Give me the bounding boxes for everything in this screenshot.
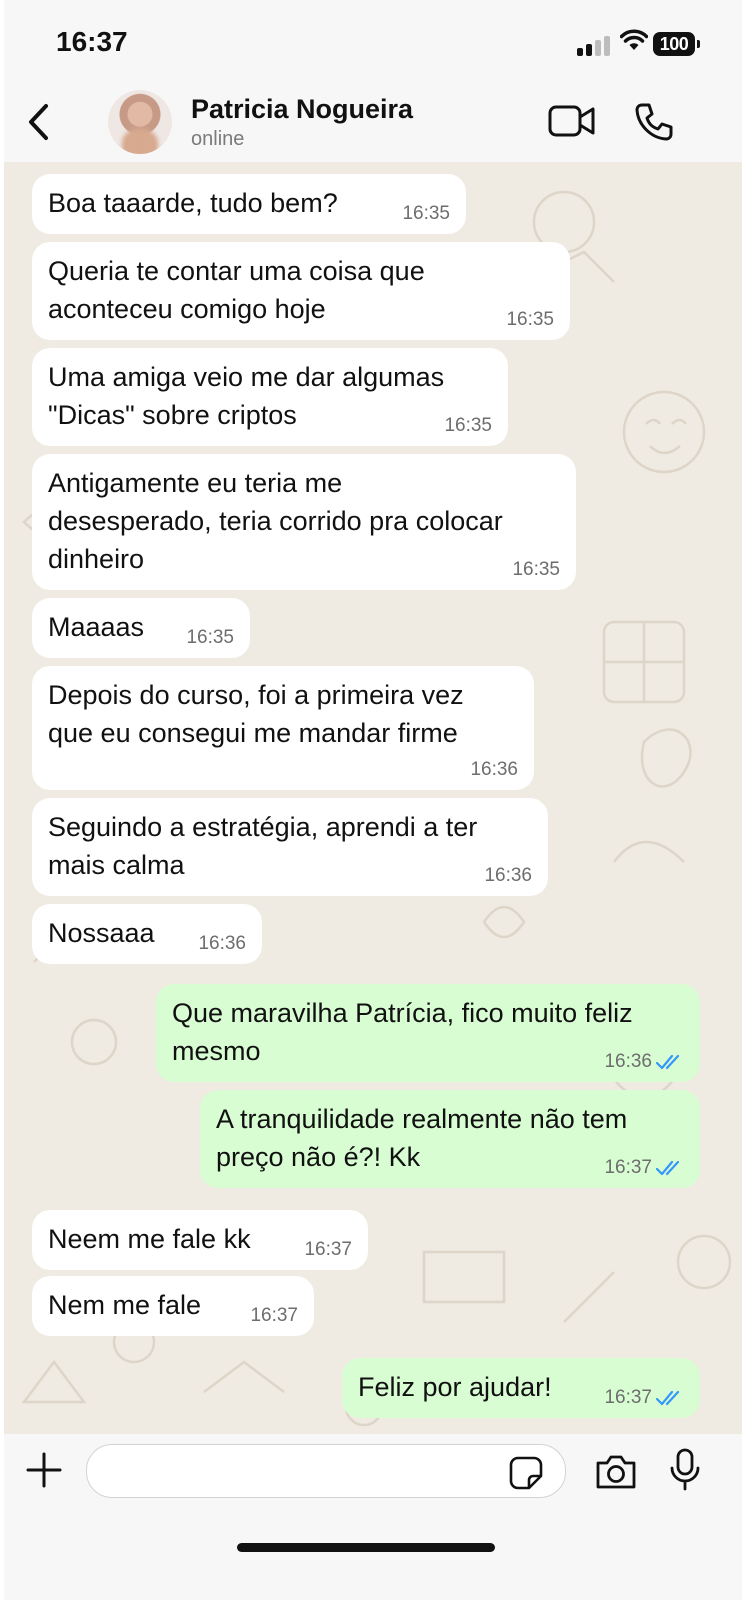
message-text: mais calma [48,850,185,880]
message-time: 16:36 [470,759,518,780]
message-bubble[interactable]: Neem me fale kk 16:37 [32,1210,368,1270]
battery-tip [697,40,700,48]
message-bubble-outgoing[interactable]: Que maravilha Patrícia, fico muito feliz… [156,984,700,1082]
message-time: 16:36 [604,1051,652,1072]
phone-screen: 16:37 100 Patricia Nogueira online Boa t… [4,0,742,1600]
message-text: aconteceu comigo hoje [48,294,326,324]
message-time: 16:35 [444,415,492,436]
message-bubble[interactable]: Depois do curso, foi a primeira vez que … [32,666,534,790]
message-time: 16:35 [186,627,234,648]
message-time: 16:37 [304,1239,352,1260]
message-time: 16:35 [506,309,554,330]
message-text: Que maravilha Patrícia, fico muito feliz [172,998,633,1028]
message-text: Boa taaarde, tudo bem? [48,188,338,218]
double-check-icon [656,1160,680,1176]
message-time: 16:37 [250,1305,298,1326]
contact-name[interactable]: Patricia Nogueira [191,94,413,125]
message-text: dinheiro [48,544,145,574]
composer-bar [4,1434,742,1600]
sticker-icon[interactable] [509,1456,543,1490]
status-time: 16:37 [56,26,128,57]
message-time: 16:37 [604,1387,652,1408]
message-text: Antigamente eu teria me [48,468,343,498]
message-bubble[interactable]: Antigamente eu teria me desesperado, ter… [32,454,576,590]
message-text: Seguindo a estratégia, aprendi a ter [48,812,478,842]
message-meta: 16:37 [604,1388,684,1408]
avatar[interactable] [108,90,172,154]
cellular-signal-icon [577,34,611,56]
message-time: 16:35 [402,203,450,224]
message-bubble[interactable]: Nem me fale 16:37 [32,1276,314,1336]
message-bubble[interactable]: Uma amiga veio me dar algumas "Dicas" so… [32,348,508,446]
phone-icon[interactable] [634,102,674,142]
plus-icon[interactable] [26,1452,62,1488]
message-list[interactable]: Boa taaarde, tudo bem? 16:35 Queria te c… [4,162,742,1434]
message-text: desesperado, teria corrido pra colocar [48,506,503,536]
battery-icon: 100 [653,32,695,56]
microphone-icon[interactable] [668,1448,702,1492]
message-text: Feliz por ajudar! [358,1372,552,1402]
chevron-left-icon[interactable] [26,102,50,142]
message-time: 16:36 [484,865,532,886]
message-text: que eu consegui me mandar firme [48,718,458,748]
double-check-icon [656,1390,680,1406]
double-check-icon [656,1054,680,1070]
message-time: 16:37 [604,1157,652,1178]
message-meta: 16:37 [604,1158,684,1178]
message-bubble-outgoing[interactable]: A tranquilidade realmente não tem preço … [200,1090,700,1188]
message-text: Uma amiga veio me dar algumas [48,362,445,392]
message-text: A tranquilidade realmente não tem [216,1104,628,1134]
wifi-icon [620,29,648,50]
message-time: 16:36 [198,933,246,954]
message-text: "Dicas" sobre criptos [48,400,297,430]
message-text: Nem me fale [48,1290,202,1320]
status-bar: 16:37 100 [4,0,742,80]
message-bubble[interactable]: Nossaaa 16:36 [32,904,262,964]
message-bubble[interactable]: Seguindo a estratégia, aprendi a ter mai… [32,798,548,896]
message-meta: 16:36 [604,1052,684,1072]
camera-icon[interactable] [594,1454,638,1490]
message-input[interactable] [86,1444,566,1498]
video-camera-icon[interactable] [548,104,596,138]
message-text: Depois do curso, foi a primeira vez [48,680,464,710]
message-bubble-outgoing[interactable]: Feliz por ajudar! 16:37 [342,1358,700,1418]
message-text: Neem me fale kk [48,1224,251,1254]
home-indicator[interactable] [237,1543,495,1552]
message-bubble[interactable]: Boa taaarde, tudo bem? 16:35 [32,174,466,234]
message-bubble[interactable]: Maaaas 16:35 [32,598,250,658]
message-time: 16:35 [512,559,560,580]
message-text: Queria te contar uma coisa que [48,256,425,286]
message-bubble[interactable]: Queria te contar uma coisa que aconteceu… [32,242,570,340]
contact-status: online [191,128,245,150]
message-text: Nossaaa [48,918,155,948]
message-text: Maaaas [48,612,145,642]
chat-header: Patricia Nogueira online [4,80,742,162]
